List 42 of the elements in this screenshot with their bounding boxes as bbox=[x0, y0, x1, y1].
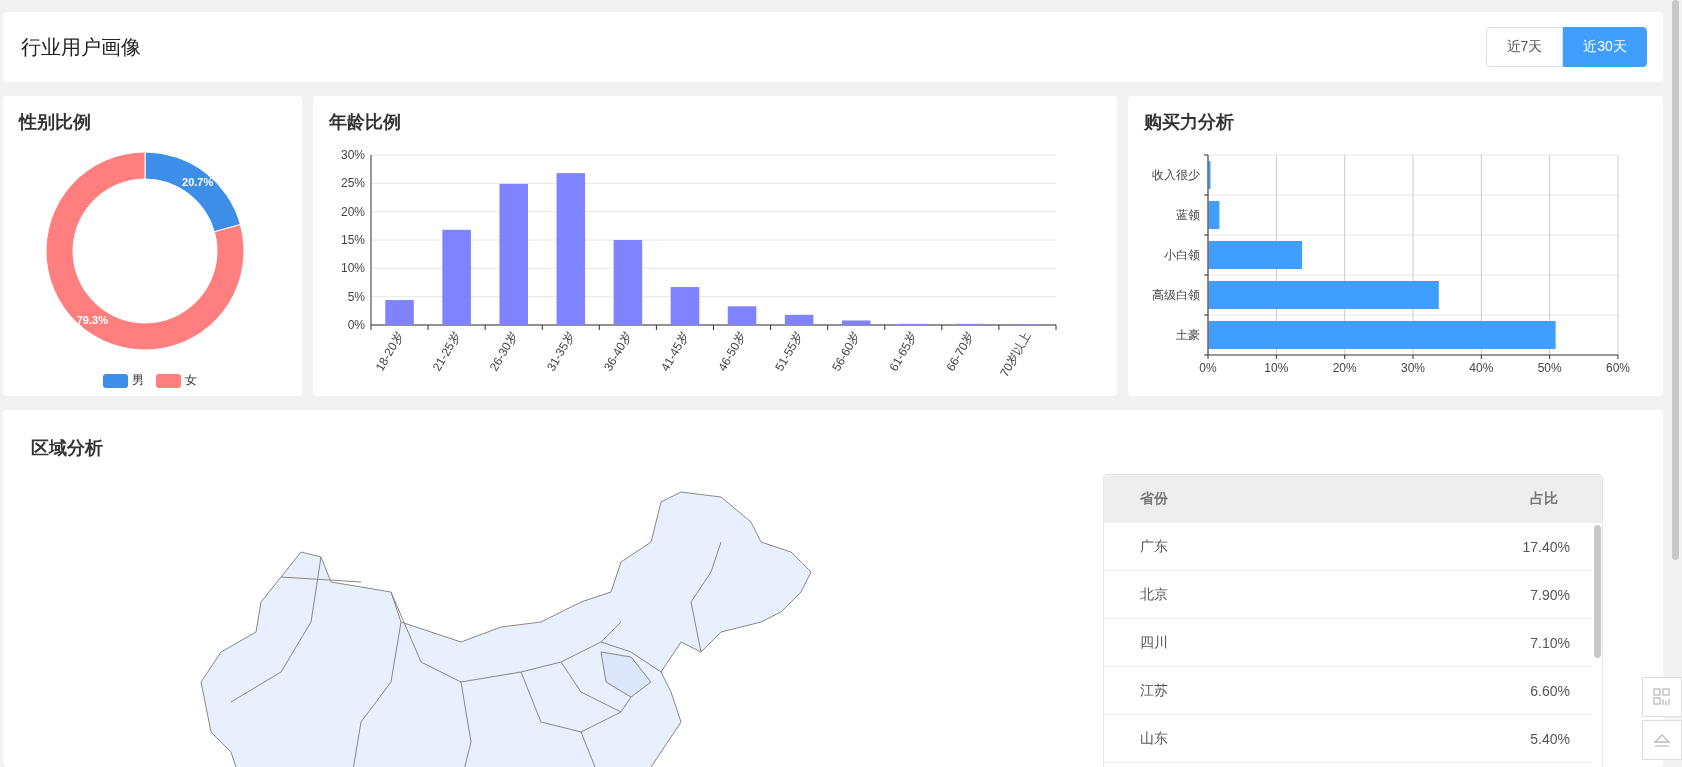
table-cell: 广东 bbox=[1140, 537, 1168, 556]
axis-tick-label: 0% bbox=[347, 318, 365, 332]
table-cell: 17.40% bbox=[1522, 538, 1570, 555]
table-cell: 四川 bbox=[1140, 633, 1168, 652]
axis-tick-label: 30% bbox=[1401, 361, 1425, 375]
legend-label: 女 bbox=[184, 372, 197, 389]
table-cell: 7.90% bbox=[1530, 586, 1570, 603]
card-title: 区域分析 bbox=[31, 437, 104, 460]
column-header: 省份 bbox=[1140, 490, 1168, 508]
card-title: 性别比例 bbox=[17, 111, 92, 134]
column-header: 占比 bbox=[1530, 490, 1558, 508]
axis-category-label: 土豪 bbox=[1176, 328, 1200, 342]
axis-tick-label: 20% bbox=[1332, 361, 1357, 375]
axis-category-label: 收入很少 bbox=[1152, 168, 1200, 182]
table-cell: 江苏 bbox=[1140, 681, 1168, 700]
axis-tick-label: 60% bbox=[1606, 361, 1630, 375]
axis-tick-label: 10% bbox=[340, 261, 365, 276]
table-cell: 北京 bbox=[1140, 585, 1168, 604]
value-label: 20.7% bbox=[182, 175, 214, 188]
table-cell: 山东 bbox=[1140, 729, 1168, 748]
axis-category-label: 小白领 bbox=[1164, 248, 1200, 262]
legend-label: 男 bbox=[131, 372, 144, 389]
page-title: 行业用户画像 bbox=[21, 34, 141, 60]
axis-tick-label: 15% bbox=[340, 233, 365, 247]
card-title: 年龄比例 bbox=[328, 111, 402, 134]
table-cell: 5.40% bbox=[1530, 730, 1570, 747]
card-title: 购买力分析 bbox=[1143, 111, 1235, 134]
axis-tick-label: 20% bbox=[340, 204, 365, 219]
axis-category-label: 蓝领 bbox=[1176, 208, 1200, 222]
axis-tick-label: 5% bbox=[347, 289, 365, 304]
axis-category-label: 70岁以上 bbox=[997, 329, 1035, 380]
table-cell: 6.60% bbox=[1530, 682, 1570, 699]
axis-tick-label: 50% bbox=[1537, 361, 1562, 375]
axis-tick-label: 30% bbox=[340, 148, 365, 162]
range-tab[interactable]: 近7天 bbox=[1486, 27, 1563, 67]
axis-tick-label: 0% bbox=[1199, 361, 1217, 375]
axis-tick-label: 10% bbox=[1264, 361, 1289, 375]
value-label: 79.3% bbox=[76, 314, 108, 327]
axis-category-label: 高级白领 bbox=[1152, 288, 1200, 302]
axis-tick-label: 25% bbox=[340, 176, 365, 191]
axis-tick-label: 40% bbox=[1469, 361, 1494, 375]
table-cell: 7.10% bbox=[1530, 634, 1570, 651]
